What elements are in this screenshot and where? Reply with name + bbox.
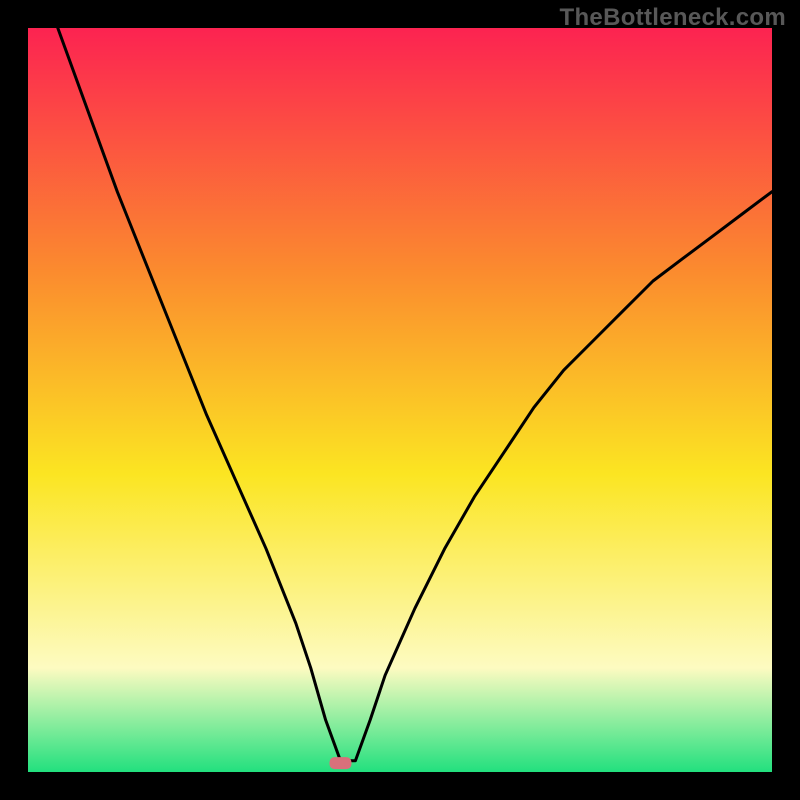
chart-svg xyxy=(28,28,772,772)
gradient-background xyxy=(28,28,772,772)
plot-area xyxy=(28,28,772,772)
chart-container: TheBottleneck.com xyxy=(0,0,800,800)
watermark-text: TheBottleneck.com xyxy=(560,4,786,32)
optimum-marker xyxy=(330,757,352,769)
